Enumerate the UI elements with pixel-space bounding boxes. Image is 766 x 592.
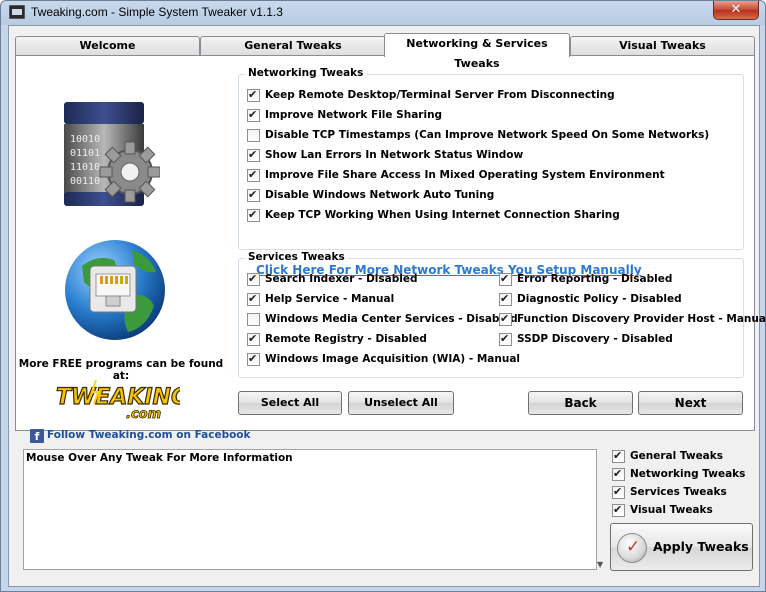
logo-suffix: .com (126, 407, 161, 422)
checkbox[interactable] (247, 313, 260, 326)
svg-text:01101: 01101 (70, 148, 100, 159)
unselect-all-button[interactable]: Unselect All (348, 391, 454, 415)
title-bar[interactable]: Tweaking.com - Simple System Tweaker v1.… (1, 1, 765, 25)
server-gear-icon: 10010 01101 11010 00110 (56, 102, 161, 210)
network-globe-icon (62, 236, 168, 344)
checkbox[interactable] (612, 485, 625, 499)
checkbox[interactable] (247, 108, 260, 122)
facebook-link-text: Follow Tweaking.com on Facebook (47, 429, 251, 441)
tab-welcome[interactable]: Welcome (15, 36, 200, 56)
checkbox[interactable] (247, 352, 260, 366)
select-all-button[interactable]: Select All (238, 391, 342, 415)
checkbox[interactable] (247, 129, 260, 142)
checkbox[interactable] (499, 332, 512, 346)
apply-icon (617, 533, 647, 563)
back-button[interactable]: Back (528, 391, 633, 415)
info-box[interactable]: Mouse Over Any Tweak For More Informatio… (23, 449, 597, 570)
checkbox[interactable] (247, 148, 260, 162)
next-button[interactable]: Next (638, 391, 743, 415)
tab-networking-services[interactable]: Networking & Services Tweaks (384, 33, 570, 70)
facebook-link[interactable]: f Follow Tweaking.com on Facebook (30, 429, 251, 445)
svg-text:11010: 11010 (70, 162, 100, 173)
checkbox[interactable] (247, 188, 260, 202)
services-tweaks-group: Services Tweaks Search Indexer - Disable… (238, 251, 766, 378)
checkbox[interactable] (247, 272, 260, 286)
close-icon: ✕ (730, 2, 742, 17)
close-button[interactable]: ✕ (713, 1, 759, 20)
logo-wordmark: TWEAKING (56, 385, 180, 410)
app-window: Tweaking.com - Simple System Tweaker v1.… (0, 0, 766, 592)
checkbox[interactable] (247, 168, 260, 182)
networking-group-title: Networking Tweaks (245, 67, 367, 79)
chevron-down-icon[interactable]: ▼ (597, 560, 603, 569)
networking-tweaks-group: Networking Tweaks Keep Remote Desktop/Te… (238, 67, 744, 250)
checkbox[interactable] (247, 88, 260, 102)
checkbox[interactable] (612, 467, 625, 481)
tab-strip: Welcome General Tweaks Networking & Serv… (15, 33, 755, 70)
svg-text:00110: 00110 (70, 176, 100, 187)
checkbox[interactable] (499, 272, 512, 286)
checkbox[interactable] (499, 292, 512, 306)
checkbox[interactable] (499, 312, 512, 326)
tab-visual-tweaks[interactable]: Visual Tweaks (570, 36, 755, 56)
info-text: Mouse Over Any Tweak For More Informatio… (26, 452, 293, 464)
facebook-icon: f (30, 429, 44, 443)
services-group-title: Services Tweaks (245, 251, 348, 263)
window-title: Tweaking.com - Simple System Tweaker v1.… (31, 5, 283, 19)
apply-tweaks-label: Apply Tweaks (653, 539, 749, 554)
checkbox[interactable] (612, 449, 625, 463)
checkbox[interactable] (247, 208, 260, 222)
app-icon (9, 5, 25, 19)
checkbox[interactable] (612, 503, 625, 517)
checkbox[interactable] (247, 332, 260, 346)
tweaking-logo[interactable]: TWEAKING .com (52, 378, 190, 422)
checkbox[interactable] (247, 292, 260, 306)
client-area: Welcome General Tweaks Networking & Serv… (8, 25, 766, 587)
tab-general-tweaks[interactable]: General Tweaks (200, 36, 386, 56)
svg-text:10010: 10010 (70, 134, 100, 145)
apply-tweaks-button[interactable]: Apply Tweaks (610, 523, 753, 571)
tab-panel: 10010 01101 11010 00110 More FREE progra… (15, 55, 766, 443)
